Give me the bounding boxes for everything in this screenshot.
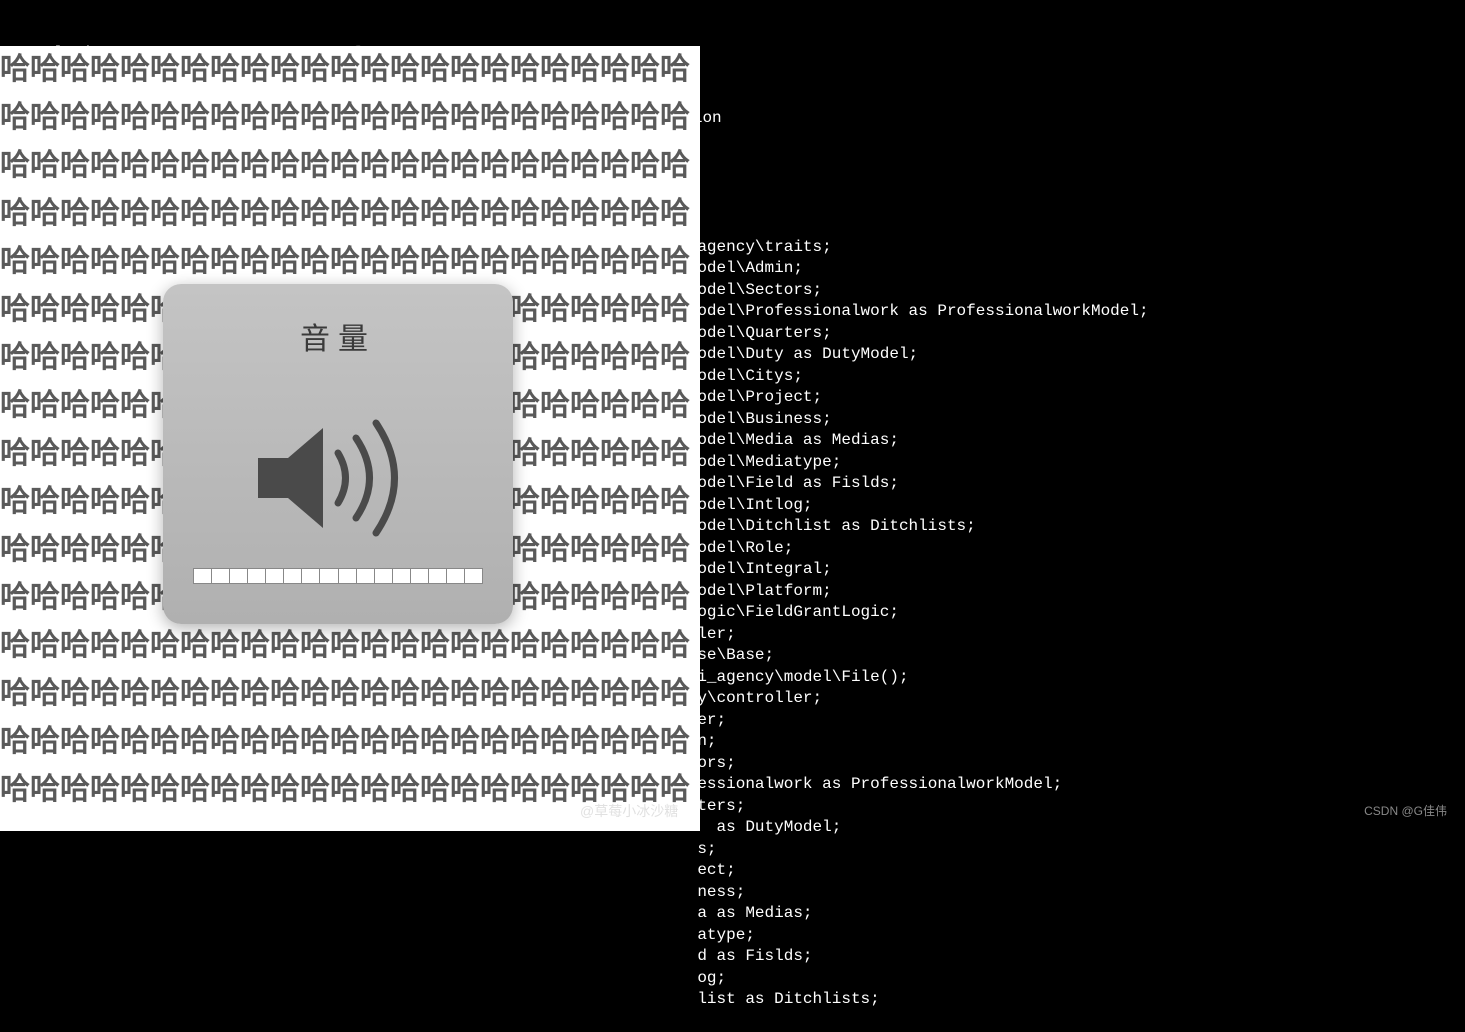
volume-segment (212, 569, 230, 583)
volume-segment (248, 569, 266, 583)
terminal-output-line: atype; (6, 925, 1459, 947)
haha-line: 哈哈哈哈哈哈哈哈哈哈哈哈哈哈哈哈哈哈哈哈哈哈哈 (0, 46, 700, 94)
volume-segment (266, 569, 284, 583)
haha-line: 哈哈哈哈哈哈哈哈哈哈哈哈哈哈哈哈哈哈哈哈哈哈哈 (0, 142, 700, 190)
volume-segment (357, 569, 375, 583)
volume-segment (465, 569, 482, 583)
terminal-output-line: d as Fislds; (6, 946, 1459, 968)
haha-line: 哈哈哈哈哈哈哈哈哈哈哈哈哈哈哈哈哈哈哈哈哈哈哈 (0, 94, 700, 142)
terminal-output-line: list as Ditchlists; (6, 989, 1459, 1011)
watermark-csdn: CSDN @G佳伟 (1364, 802, 1447, 819)
haha-line: 哈哈哈哈哈哈哈哈哈哈哈哈哈哈哈哈哈哈哈哈哈哈哈 (0, 622, 700, 670)
terminal-output-line: ness; (6, 882, 1459, 904)
terminal-output-line: og; (6, 968, 1459, 990)
volume-segment (339, 569, 357, 583)
haha-line: 哈哈哈哈哈哈哈哈哈哈哈哈哈哈哈哈哈哈哈哈哈哈哈 (0, 238, 700, 286)
volume-segment (411, 569, 429, 583)
watermark-weibo: @草莓小冰沙糖 (580, 801, 678, 821)
volume-icon (183, 388, 493, 568)
terminal-output-line: s; (6, 839, 1459, 861)
volume-segment (320, 569, 338, 583)
volume-title: 音量 (300, 314, 376, 358)
volume-segment (230, 569, 248, 583)
terminal-output-line: ect; (6, 860, 1459, 882)
haha-line: 哈哈哈哈哈哈哈哈哈哈哈哈哈哈哈哈哈哈哈哈哈哈哈 (0, 190, 700, 238)
volume-segment (447, 569, 465, 583)
volume-segment (194, 569, 212, 583)
volume-segment (284, 569, 302, 583)
volume-segment (429, 569, 447, 583)
volume-segment (375, 569, 393, 583)
volume-slider[interactable] (193, 568, 483, 584)
volume-segment (393, 569, 411, 583)
terminal-output-line: a as Medias; (6, 903, 1459, 925)
volume-popup: 音量 (163, 284, 513, 624)
haha-line: 哈哈哈哈哈哈哈哈哈哈哈哈哈哈哈哈哈哈哈哈哈哈哈 (0, 670, 700, 718)
volume-segment (302, 569, 320, 583)
haha-line: 哈哈哈哈哈哈哈哈哈哈哈哈哈哈哈哈哈哈哈哈哈哈哈 (0, 718, 700, 766)
